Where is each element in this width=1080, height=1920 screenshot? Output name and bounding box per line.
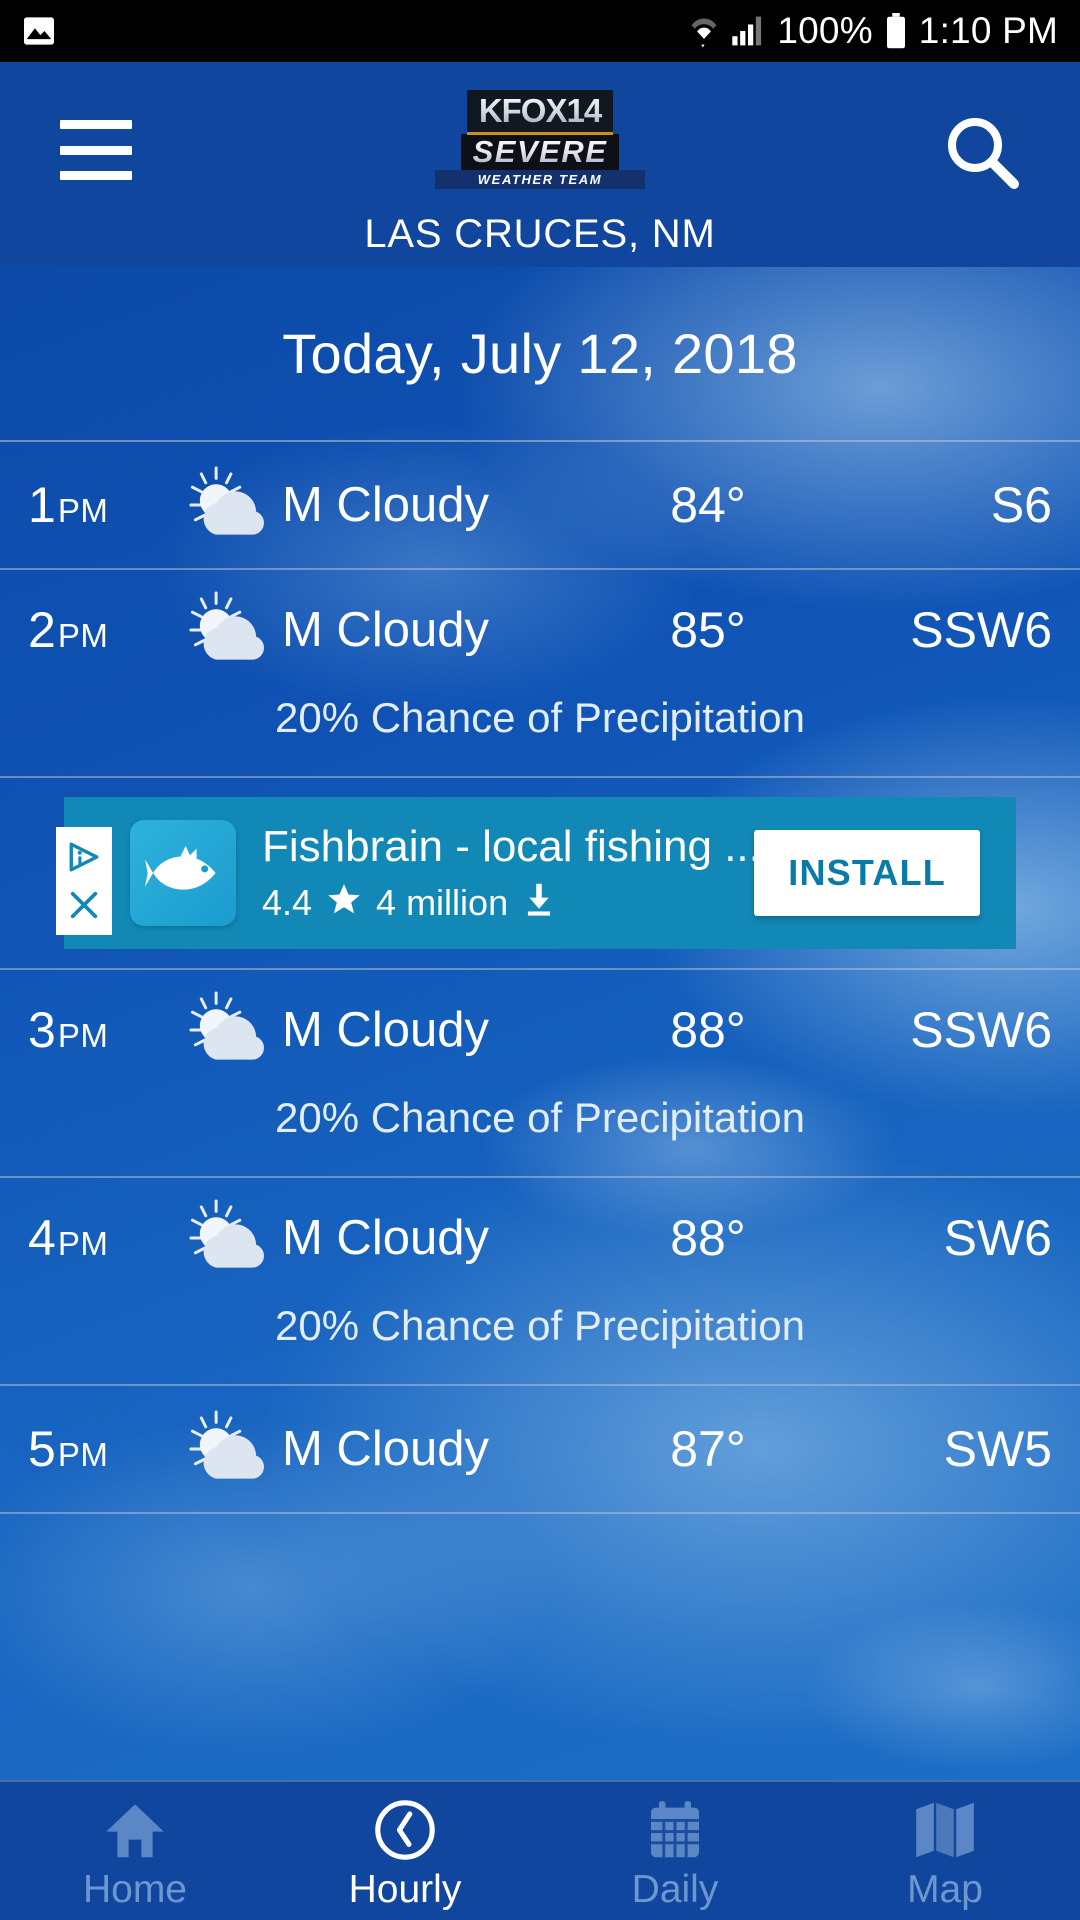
table-row[interactable]: 2 PM M Cloudy 85° SSW6 20% Chance of Pre…: [0, 570, 1080, 778]
logo-kfox14-text: KFOX14: [471, 91, 609, 131]
battery-full-icon: [885, 13, 907, 49]
hamburger-menu-icon[interactable]: [60, 120, 132, 180]
nav-item-home-label: Home: [82, 1868, 188, 1911]
hour-time-number: 4: [28, 1210, 56, 1266]
fish-icon: [130, 820, 236, 926]
install-button[interactable]: INSTALL: [754, 830, 980, 916]
hourly-forecast-list: Today, July 12, 2018 1 PM M Cloudy 84° S…: [0, 267, 1080, 1780]
hour-time-number: 3: [28, 1002, 56, 1058]
nav-item-daily[interactable]: Daily: [540, 1782, 810, 1920]
date-heading-label: Today, July 12, 2018: [282, 322, 798, 385]
status-bar-left: [22, 16, 56, 46]
hour-temperature: 85°: [670, 602, 746, 658]
wifi-icon: [689, 14, 719, 48]
hour-temperature: 88°: [670, 1002, 746, 1058]
hour-time-meridiem: PM: [57, 617, 109, 654]
logo-top-bar: KFOX14: [466, 90, 614, 135]
ad-title: Fishbrain - local fishing ...: [262, 821, 761, 871]
hour-condition: M Cloudy: [282, 1211, 489, 1265]
star-icon: [326, 881, 362, 926]
hour-time-meridiem: PM: [57, 1225, 109, 1262]
ad-rating: 4.4: [262, 882, 313, 923]
hour-time-meridiem: PM: [57, 1436, 109, 1473]
nav-item-hourly[interactable]: Hourly: [270, 1782, 540, 1920]
battery-percent-label: 100%: [777, 10, 873, 51]
home-icon: [100, 1796, 170, 1864]
hour-temperature: 88°: [670, 1210, 746, 1266]
hour-time: 4 PM: [28, 1209, 108, 1267]
download-icon: [522, 881, 556, 926]
hour-time-number: 5: [28, 1421, 56, 1477]
ad-banner[interactable]: Fishbrain - local fishing ... 4.4 4 mill…: [56, 797, 1016, 949]
close-icon[interactable]: [66, 888, 102, 922]
bottom-navigation: Home Hourly Daily Map: [0, 1780, 1080, 1920]
calendar-icon: [640, 1796, 710, 1864]
hour-row-main: 2 PM M Cloudy 85° SSW6: [0, 570, 1080, 690]
partly-cloudy-icon: [180, 990, 270, 1070]
cell-signal-icon: [731, 15, 765, 47]
hour-condition: M Cloudy: [282, 1422, 489, 1476]
clock-label: 1:10 PM: [918, 10, 1058, 51]
hour-time-number: 2: [28, 602, 56, 658]
hour-precipitation: 20% Chance of Precipitation: [275, 1302, 805, 1349]
nav-item-daily-label: Daily: [631, 1868, 719, 1911]
image-icon: [22, 16, 56, 46]
ad-text-block: Fishbrain - local fishing ... 4.4 4 mill…: [262, 821, 761, 926]
ad-meta: 4.4 4 million: [262, 881, 761, 926]
hour-wind: SW6: [943, 1210, 1052, 1266]
hour-precipitation: 20% Chance of Precipitation: [275, 694, 805, 741]
hour-time: 1 PM: [28, 476, 108, 534]
logo-severe-text: SEVERE: [472, 134, 608, 169]
hour-temperature: 84°: [670, 477, 746, 533]
hour-condition: M Cloudy: [282, 603, 489, 657]
hour-condition: M Cloudy: [282, 478, 489, 532]
hour-time: 2 PM: [28, 601, 108, 659]
hour-precipitation: 20% Chance of Precipitation: [275, 1094, 805, 1141]
hour-time-meridiem: PM: [57, 1017, 109, 1054]
hour-wind: SSW6: [910, 1002, 1052, 1058]
table-row[interactable]: 1 PM M Cloudy 84° S6: [0, 442, 1080, 570]
partly-cloudy-icon: [180, 1409, 270, 1489]
partly-cloudy-icon: [180, 465, 270, 545]
table-row[interactable]: 4 PM M Cloudy 88° SW6 20% Chance of Prec…: [0, 1178, 1080, 1386]
hour-condition: M Cloudy: [282, 1003, 489, 1057]
hour-row-main: 1 PM M Cloudy 84° S6: [0, 442, 1080, 568]
hour-time-meridiem: PM: [57, 492, 109, 529]
hour-wind: SSW6: [910, 602, 1052, 658]
clock-icon: [370, 1796, 440, 1864]
hour-row-main: 5 PM M Cloudy 87° SW5: [0, 1386, 1080, 1512]
hour-temperature: 87°: [670, 1421, 746, 1477]
logo-middle-bar: SEVERE: [460, 134, 620, 170]
nav-item-map[interactable]: Map: [810, 1782, 1080, 1920]
logo-bottom-bar: WEATHER TEAM: [435, 170, 645, 189]
hour-row-main: 3 PM M Cloudy 88° SSW6: [0, 970, 1080, 1090]
hour-time: 5 PM: [28, 1420, 108, 1478]
partly-cloudy-icon: [180, 590, 270, 670]
app-screen: 100% 1:10 PM KFOX14 SEVERE WEATHER TEAM: [0, 0, 1080, 1920]
logo-weather-team-text: WEATHER TEAM: [477, 172, 603, 187]
hour-wind: S6: [990, 477, 1052, 533]
nav-item-map-label: Map: [907, 1868, 983, 1911]
ad-choices-panel: [56, 827, 112, 935]
date-heading: Today, July 12, 2018: [0, 267, 1080, 442]
status-bar-right: 100% 1:10 PM: [689, 10, 1058, 52]
table-row[interactable]: 5 PM M Cloudy 87° SW5: [0, 1386, 1080, 1514]
partly-cloudy-icon: [180, 1198, 270, 1278]
ad-slot: Fishbrain - local fishing ... 4.4 4 mill…: [0, 778, 1080, 970]
nav-item-hourly-label: Hourly: [348, 1868, 462, 1911]
location-label[interactable]: LAS CRUCES, NM: [0, 212, 1080, 257]
app-header: KFOX14 SEVERE WEATHER TEAM LAS CRUCES, N…: [0, 62, 1080, 267]
hour-time: 3 PM: [28, 1001, 108, 1059]
status-bar: 100% 1:10 PM: [0, 0, 1080, 62]
nav-item-home[interactable]: Home: [0, 1782, 270, 1920]
hour-wind: SW5: [943, 1421, 1052, 1477]
ad-downloads: 4 million: [376, 882, 509, 923]
table-row[interactable]: 3 PM M Cloudy 88° SSW6 20% Chance of Pre…: [0, 970, 1080, 1178]
map-icon: [910, 1796, 980, 1864]
hour-time-number: 1: [28, 477, 56, 533]
adchoices-icon[interactable]: [66, 840, 102, 874]
hour-row-main: 4 PM M Cloudy 88° SW6: [0, 1178, 1080, 1298]
station-logo: KFOX14 SEVERE WEATHER TEAM: [435, 90, 645, 189]
search-icon[interactable]: [942, 112, 1022, 192]
